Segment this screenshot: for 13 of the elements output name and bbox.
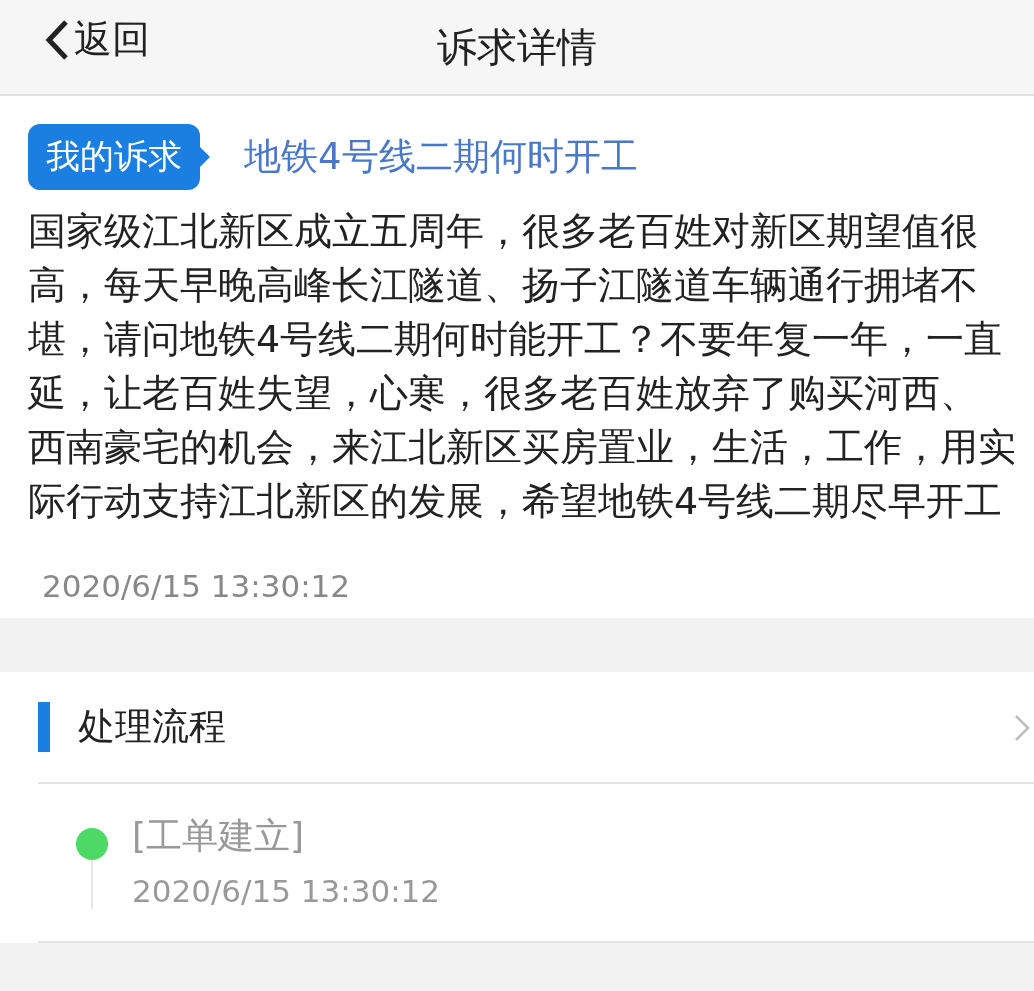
page-title: 诉求详情 (437, 22, 597, 72)
section-title: 处理流程 (78, 704, 226, 750)
appeal-tag: 我的诉求 (28, 124, 200, 190)
section-marker (38, 702, 50, 752)
chevron-right-icon[interactable] (1014, 714, 1030, 742)
step-label: [工单建立] (132, 814, 306, 858)
back-button[interactable]: 返回 (44, 14, 150, 65)
appeal-subject: 地铁4号线二期何时开工 (244, 134, 638, 180)
back-chevron-icon (44, 18, 70, 61)
appeal-time: 2020/6/15 13:30:12 (41, 568, 352, 604)
appeal-text: 国家级江北新区成立五周年，很多老百姓对新区期望值很 高，每天早晚高峰长江隧道、扬子江隧道车辆通行拥堵不 堪，请问地铁4号线二期何时能开工？不要年复一年，一直 延，让老百姓失望，心寒，很多老百姓放弃了购买河西、 西南豪宅的机会，来江北新区买房置业，生活，工作，用实 际行动支持江北新区的发展，希望地铁4号线二期尽早开工 (28, 208, 1017, 525)
step-time: 2020/6/15 13:30:12 (132, 873, 441, 909)
tag-pointer-icon (200, 147, 210, 167)
